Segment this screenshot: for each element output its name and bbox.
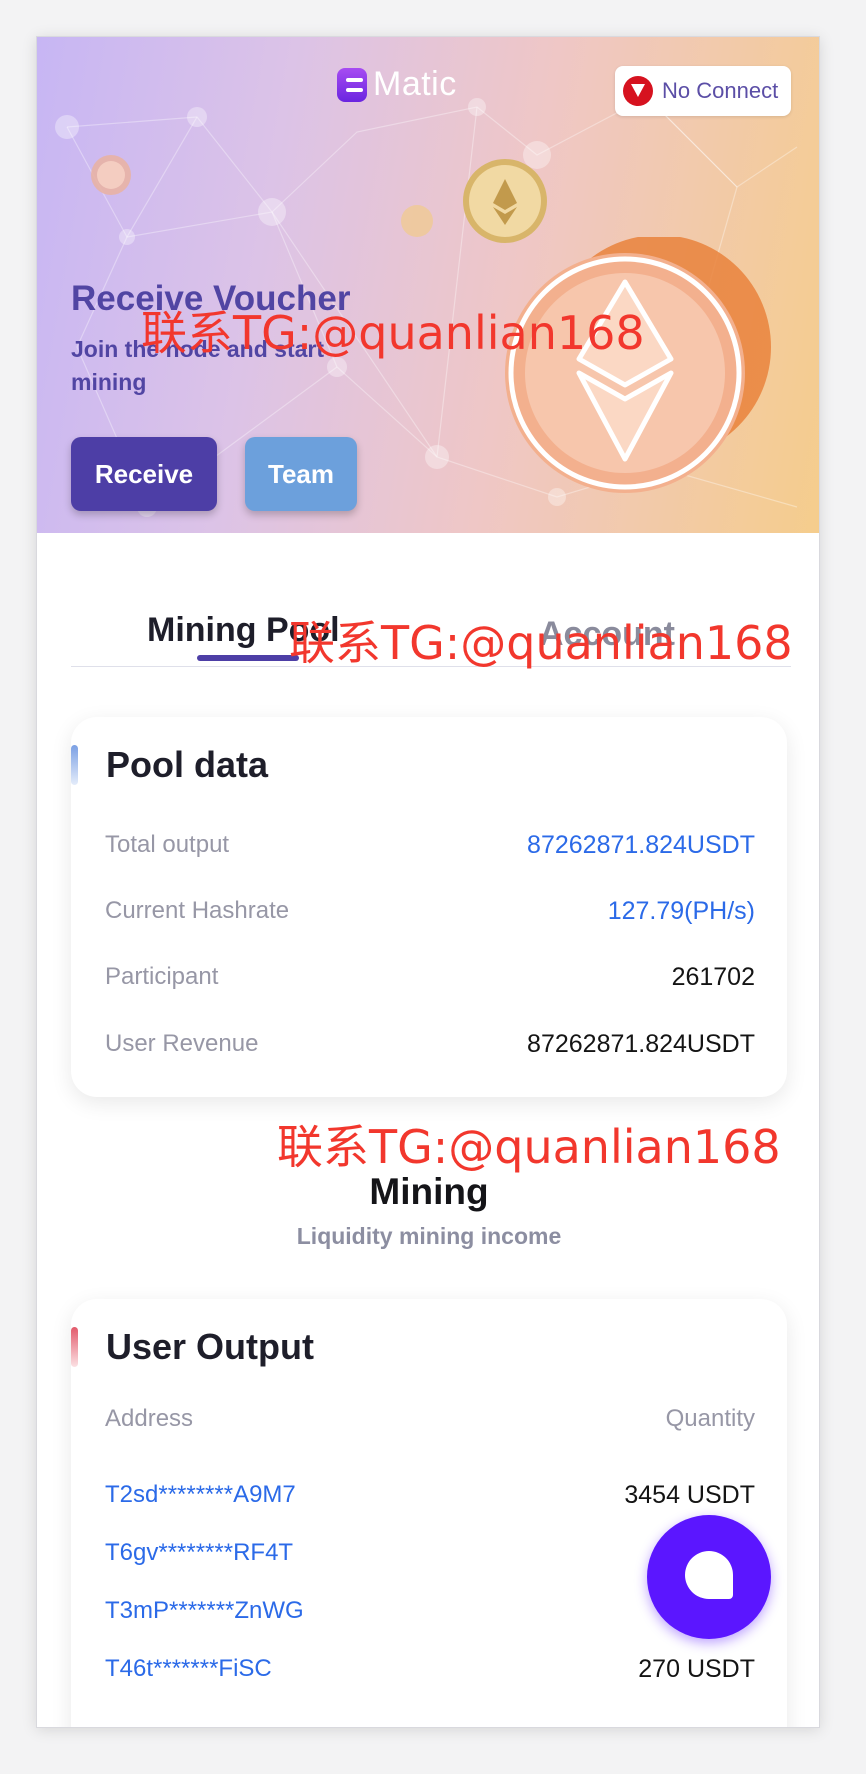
ethereum-coin-icon [505,237,771,493]
table-row: T2sd********A9M7 3454 USDT [105,1475,755,1515]
row-value: 87262871.824USDT [527,1029,755,1058]
pool-data-title: Pool data [106,744,269,785]
pool-row-user-revenue: User Revenue 87262871.824USDT [105,1024,755,1064]
watermark-text: 联系TG:@quanlian168 [289,616,793,670]
card-header: Pool data [71,743,268,787]
matic-logo-icon [337,67,367,102]
table-row: T46t*******FiSC 270 USDT [105,1649,755,1689]
team-button[interactable]: Team [245,437,357,511]
tron-icon [623,76,653,106]
app-name: Matic [373,65,457,103]
hero-banner: Matic No Connect Receive Voucher Join th… [37,37,819,533]
row-label: User Revenue [105,1030,259,1057]
column-address: Address [105,1405,194,1432]
pool-row-participant: Participant 261702 [105,957,755,997]
row-quantity: 270 USDT [638,1654,755,1683]
row-address: T6gv********RF4T [105,1539,294,1566]
user-output-title: User Output [106,1326,315,1367]
watermark-text: 联系TG:@quanlian168 [277,1120,781,1174]
row-value: 127.79(PH/s) [607,896,755,925]
user-output-card: User Output Address Quantity T2sd*******… [71,1299,787,1727]
row-address: T46t*******FiSC [105,1655,272,1682]
row-address: T3mP*******ZnWG [105,1597,304,1624]
app-logo: Matic [337,65,457,104]
row-value: 87262871.824USDT [527,830,755,859]
row-label: Total output [105,831,230,858]
output-table-header: Address Quantity [105,1399,755,1439]
connect-label: No Connect [662,78,779,103]
chat-bubble-icon[interactable] [647,1515,771,1639]
column-quantity: Quantity [665,1405,755,1432]
row-value: 261702 [671,962,755,991]
mining-title: Mining [369,1171,489,1212]
receive-button[interactable]: Receive [71,437,217,511]
watermark-text: 联系TG:@quanlian168 [141,306,645,360]
accent-bar [71,745,78,785]
row-label: Current Hashrate [105,897,290,924]
mining-subtitle: Liquidity mining income [296,1223,562,1249]
row-quantity: 3454 USDT [624,1480,755,1509]
wallet-connect-button[interactable]: No Connect [615,66,791,116]
pool-row-total-output: Total output 87262871.824USDT [105,825,755,865]
app-frame: Matic No Connect Receive Voucher Join th… [36,36,820,1728]
row-label: Participant [105,963,219,990]
active-tab-indicator [197,655,299,661]
card-header: User Output [71,1325,314,1369]
row-address: T2sd********A9M7 [105,1481,296,1508]
pool-row-hashrate: Current Hashrate 127.79(PH/s) [105,891,755,931]
pool-data-card: Pool data Total output 87262871.824USDT … [71,717,787,1097]
accent-bar [71,1327,78,1367]
